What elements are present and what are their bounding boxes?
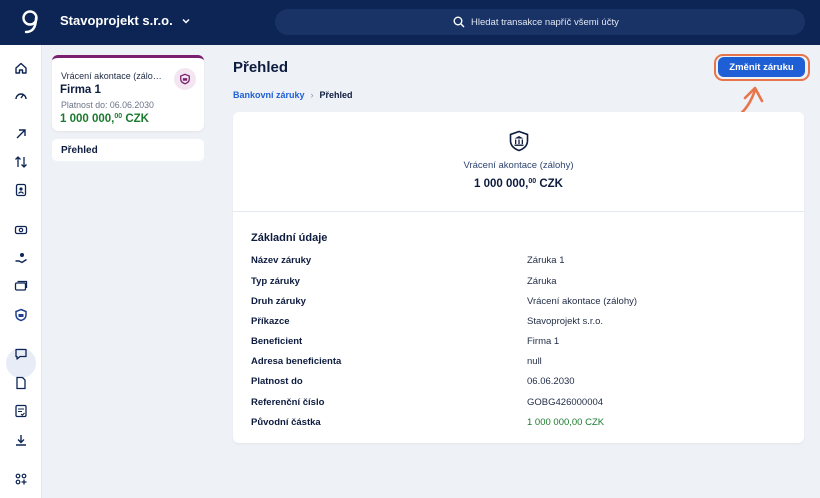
detail-row: Příkazce Stavoprojekt s.r.o. xyxy=(251,316,604,327)
download-icon[interactable] xyxy=(12,431,30,449)
detail-row: Adresa beneficienta null xyxy=(251,356,542,367)
chat-icon[interactable] xyxy=(12,345,30,363)
bank-building-icon xyxy=(509,130,529,152)
guarantee-card-amount: 1 000 000,00 CZK xyxy=(60,113,149,125)
guarantee-amount: 1 000 000,00 CZK xyxy=(474,178,563,190)
breadcrumb-current: Přehled xyxy=(319,90,353,100)
contacts-icon[interactable] xyxy=(12,181,30,199)
checklist-icon[interactable] xyxy=(12,402,30,420)
guarantee-detail-panel: Vrácení akontace (zálohy) 1 000 000,00 C… xyxy=(233,112,804,443)
guarantee-card-title: Firma 1 xyxy=(60,84,101,96)
bank-logo-icon[interactable] xyxy=(20,8,40,36)
apps-add-icon[interactable] xyxy=(12,470,30,488)
search-icon xyxy=(453,16,465,28)
search-input[interactable]: Hledat transakce napříč všemi účty xyxy=(275,9,805,35)
detail-row: Beneficient Firma 1 xyxy=(251,336,560,347)
search-placeholder: Hledat transakce napříč všemi účty xyxy=(471,16,619,28)
guarantee-shield-icon xyxy=(174,68,196,90)
cards-icon[interactable] xyxy=(12,277,30,295)
guarantee-card-validity: Platnost do: 06.06.2030 xyxy=(61,100,154,110)
breadcrumb-link-guarantees[interactable]: Bankovní záruky xyxy=(233,90,305,100)
detail-row: Název záruky Záruka 1 xyxy=(251,255,565,266)
document-icon[interactable] xyxy=(12,374,30,392)
breadcrumb-separator: › xyxy=(310,90,314,100)
detail-row: Druh záruky Vrácení akontace (zálohy) xyxy=(251,296,638,307)
chevron-down-icon xyxy=(182,18,190,24)
section-title: Základní údaje xyxy=(251,232,328,244)
breadcrumb: Bankovní záruky › Přehled xyxy=(233,90,353,100)
page-title: Přehled xyxy=(233,59,289,76)
guarantee-type: Vrácení akontace (zálohy) xyxy=(463,160,574,171)
company-switcher[interactable]: Stavoprojekt s.r.o. xyxy=(60,13,191,28)
transfer-icon[interactable] xyxy=(12,153,30,171)
guarantee-card-subtitle: Vrácení akontace (zálo… xyxy=(61,71,162,81)
shield-bank-icon[interactable] xyxy=(12,306,30,324)
company-name: Stavoprojekt s.r.o. xyxy=(60,13,173,28)
money-icon[interactable] xyxy=(12,221,30,239)
divider xyxy=(233,211,804,212)
home-icon[interactable] xyxy=(12,59,30,77)
nav-item-overview[interactable]: Přehled xyxy=(52,139,204,161)
gauge-icon[interactable] xyxy=(12,87,30,105)
top-bar: Stavoprojekt s.r.o. Hledat transakce nap… xyxy=(0,0,820,45)
detail-row: Typ záruky Záruka xyxy=(251,276,557,287)
guarantee-card[interactable]: Vrácení akontace (zálo… Firma 1 Platnost… xyxy=(52,55,204,131)
hand-coin-icon[interactable] xyxy=(12,249,30,267)
change-guarantee-button[interactable]: Změnit záruku xyxy=(718,57,805,77)
detail-row: Původní částka 1 000 000,00 CZK xyxy=(251,417,605,428)
detail-row: Platnost do 06.06.2030 xyxy=(251,376,575,387)
detail-row: Referenční číslo GOBG426000004 xyxy=(251,397,604,408)
arrow-up-right-icon[interactable] xyxy=(12,125,30,143)
icon-rail xyxy=(0,45,42,498)
